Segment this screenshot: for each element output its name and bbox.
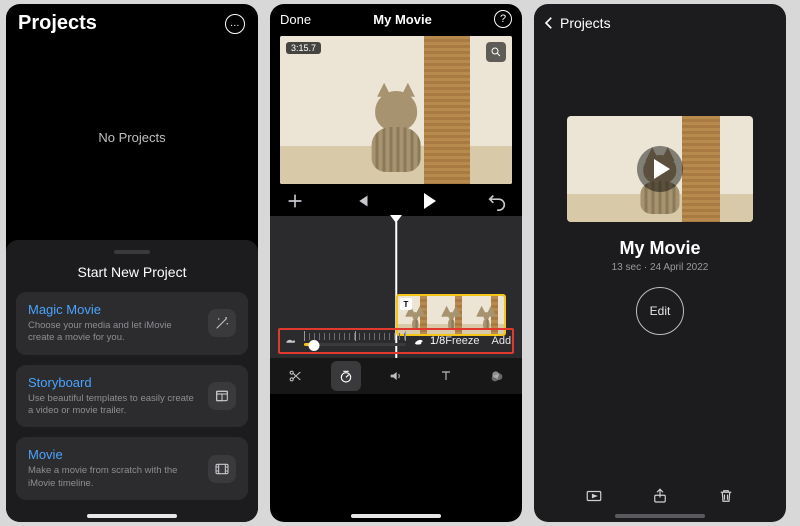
preview-image	[280, 36, 512, 184]
play-fullscreen-button[interactable]	[582, 484, 606, 508]
speed-value: 1/8	[430, 335, 445, 347]
timeline[interactable]: T 1/8 Freeze Add Reset	[270, 216, 522, 394]
ellipsis-icon	[225, 14, 245, 34]
card-sub: Choose your media and let iMovie create …	[28, 320, 198, 345]
titles-tool[interactable]	[431, 361, 461, 391]
speed-control-highlight: 1/8 Freeze Add Reset	[278, 328, 514, 354]
edit-label: Edit	[650, 304, 671, 318]
editor-screen: Done My Movie ? 3:15.7	[270, 4, 522, 522]
card-magic-movie[interactable]: Magic Movie Choose your media and let iM…	[16, 292, 248, 355]
help-button[interactable]: ?	[494, 10, 512, 28]
done-button[interactable]: Done	[280, 12, 311, 27]
preview-viewer[interactable]: 3:15.7	[280, 36, 512, 184]
home-indicator	[615, 514, 705, 518]
card-movie[interactable]: Movie Make a movie from scratch with the…	[16, 437, 248, 500]
time-badge: 3:15.7	[286, 42, 321, 54]
new-project-sheet: Start New Project Magic Movie Choose you…	[6, 240, 258, 522]
zoom-button[interactable]	[486, 42, 506, 62]
volume-tool[interactable]	[381, 361, 411, 391]
project-thumbnail[interactable]	[567, 116, 753, 222]
play-icon	[654, 159, 670, 179]
project-title: My Movie	[619, 238, 700, 259]
sheet-title: Start New Project	[16, 264, 248, 280]
play-button[interactable]	[419, 190, 441, 212]
card-sub: Use beautiful templates to easily create…	[28, 393, 198, 418]
skip-start-button[interactable]	[351, 190, 373, 212]
tortoise-icon	[284, 334, 298, 348]
editor-title: My Movie	[373, 12, 432, 27]
sheet-grabber[interactable]	[114, 250, 150, 254]
share-button[interactable]	[648, 484, 672, 508]
back-label: Projects	[560, 15, 611, 31]
project-detail-screen: Projects My Movie 13 sec · 24 April 2022…	[534, 4, 786, 522]
play-icon	[424, 193, 436, 209]
undo-button[interactable]	[486, 190, 508, 212]
chevron-left-icon	[540, 14, 558, 32]
edit-button[interactable]: Edit	[636, 287, 684, 335]
storyboard-icon	[208, 382, 236, 410]
project-meta: 13 sec · 24 April 2022	[612, 262, 709, 273]
wand-icon	[208, 309, 236, 337]
play-overlay[interactable]	[567, 116, 753, 222]
speed-slider[interactable]	[304, 333, 406, 349]
card-title: Storyboard	[28, 375, 198, 390]
bottom-actions	[534, 484, 786, 508]
transport-bar	[270, 184, 522, 214]
title-badge: T	[400, 298, 412, 310]
projects-screen: Projects No Projects Start New Project M…	[6, 4, 258, 522]
card-storyboard[interactable]: Storyboard Use beautiful templates to ea…	[16, 365, 248, 428]
hare-icon	[412, 334, 426, 348]
no-projects-label: No Projects	[6, 35, 258, 240]
editor-toolbar	[270, 358, 522, 394]
scissors-tool[interactable]	[280, 361, 310, 391]
more-button[interactable]	[224, 13, 246, 35]
card-title: Magic Movie	[28, 302, 198, 317]
back-button[interactable]: Projects	[534, 4, 786, 32]
card-sub: Make a movie from scratch with the iMovi…	[28, 465, 198, 490]
home-indicator	[87, 514, 177, 518]
delete-button[interactable]	[714, 484, 738, 508]
card-title: Movie	[28, 447, 198, 462]
filters-tool[interactable]	[482, 361, 512, 391]
home-indicator	[351, 514, 441, 518]
film-icon	[208, 455, 236, 483]
projects-title: Projects	[18, 12, 97, 35]
freeze-button[interactable]: Freeze	[445, 335, 479, 347]
add-speed-button[interactable]: Add	[492, 335, 512, 347]
speed-tool[interactable]	[331, 361, 361, 391]
add-media-button[interactable]	[284, 190, 306, 212]
